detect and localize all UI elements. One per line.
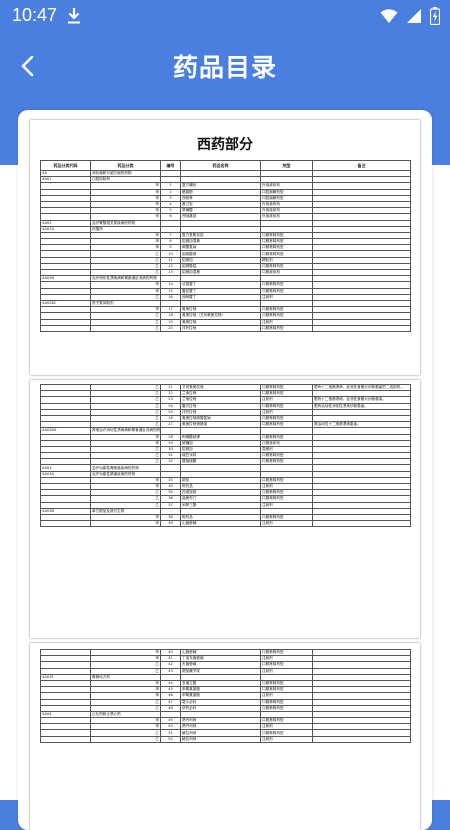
table-cell — [40, 735, 91, 743]
medicine-table-2: 乙 21 艾司奥美拉唑 口服常释剂型 限有十二指肠溃疡、反流性食管炎诊断患者的二线用药。… — [40, 383, 411, 528]
table-cell: 甲 — [90, 520, 161, 528]
download-icon — [68, 8, 80, 24]
table-cell — [40, 324, 91, 332]
table-cell: 限有十二指肠溃疡、反流性食管炎诊断患者的二线用药。 — [312, 383, 411, 392]
column-header: 备注 — [312, 160, 411, 171]
document-page-1: 西药部分 药品分类代码 药品分类 编号 药品名称 剂型 备注 XA 消化道和代谢方面的药物 XA… — [30, 120, 420, 375]
status-time: 10:47 — [12, 5, 58, 25]
table-cell: 注射剂 — [260, 520, 313, 528]
table-cell: 乙 — [90, 735, 161, 743]
table-cell: 注射剂 — [260, 735, 313, 743]
column-header: 药品分类代码 — [40, 160, 91, 171]
table-cell: 其他治疗消化性溃疡病和胃食道反流病的药物 — [90, 427, 161, 435]
column-header: 药品名称 — [180, 160, 261, 171]
table-row: 乙 52 格拉司琼 注射剂 — [40, 735, 411, 743]
battery-icon — [430, 7, 440, 25]
document-page-2: 乙 21 艾司奥美拉唑 口服常释剂型 限有十二指肠溃疡、反流性食管炎诊断患者的二线用药。… — [30, 380, 420, 638]
table-cell: 52 — [160, 735, 181, 743]
table-header-row: 药品分类代码 药品分类 编号 药品名称 剂型 备注 — [40, 160, 411, 171]
page-title: 药品目录 — [172, 53, 277, 82]
table-cell — [312, 520, 411, 528]
wifi-icon — [380, 9, 398, 23]
column-header: 剂型 — [260, 160, 313, 171]
column-header: 药品分类 — [90, 160, 161, 171]
table-cell: 山莨菪碱 — [180, 520, 261, 528]
document-page-3: 甲 40 山莨菪碱 口服常释剂型甲 41 丁溴东莨菪碱 注射剂乙 42 东莨菪碱 口服常释剂型乙 4… — [30, 643, 420, 830]
medicine-table-1: 药品分类代码 药品分类 编号 药品名称 剂型 备注 XA 消化道和代谢方面的药物 XA01 口腔科… — [40, 160, 411, 332]
document-viewer[interactable]: 西药部分 药品分类代码 药品分类 编号 药品名称 剂型 备注 XA 消化道和代谢方面的药物 XA… — [18, 110, 432, 830]
column-header: 编号 — [160, 160, 181, 171]
table-cell: 格拉司琼 — [180, 735, 261, 743]
table-cell: 20 — [160, 324, 181, 332]
signal-icon — [407, 9, 421, 23]
document-title: 西药部分 — [197, 137, 253, 153]
table-cell: 泮托拉唑 — [180, 324, 261, 332]
app-header: 药品目录 — [0, 32, 450, 102]
table-cell — [312, 324, 411, 332]
status-bar: 10:47 — [0, 0, 450, 32]
table-row: 乙 20 泮托拉唑 口服常释剂型 — [40, 324, 411, 332]
table-cell — [312, 735, 411, 743]
status-icons — [380, 7, 440, 25]
table-cell: 治疗消化性溃疡病和胃食道反流病的药物 — [90, 275, 161, 283]
table-row: 甲 39 山莨菪碱 注射剂 — [40, 520, 411, 528]
table-cell: 乙 — [90, 324, 161, 332]
table-cell: 39 — [160, 520, 181, 528]
table-cell — [40, 520, 91, 528]
medicine-table-3: 甲 40 山莨菪碱 口服常释剂型甲 41 丁溴东莨菪碱 注射剂乙 42 东莨菪碱 口服常释剂型乙 4… — [40, 648, 411, 743]
table-cell: 口服常释剂型 — [260, 324, 313, 332]
